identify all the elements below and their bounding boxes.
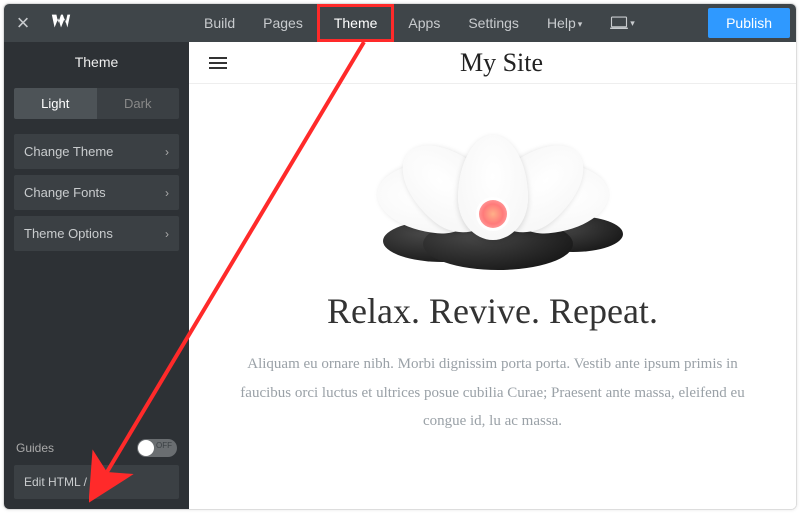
nav-apps[interactable]: Apps (394, 4, 454, 42)
chevron-down-icon: ▾ (630, 18, 635, 29)
hero-section: Relax. Revive. Repeat. Aliquam eu ornare… (189, 84, 796, 436)
guides-label: Guides (16, 441, 54, 455)
publish-button[interactable]: Publish (708, 8, 790, 38)
site-title: My Site (227, 48, 776, 78)
hero-body-text: Aliquam eu ornare nibh. Morbi dignissim … (229, 350, 756, 436)
tab-light[interactable]: Light (14, 88, 97, 119)
weebly-logo-icon[interactable] (42, 11, 80, 36)
nav-pages[interactable]: Pages (249, 4, 317, 42)
close-icon[interactable]: × (4, 10, 42, 36)
theme-options-button[interactable]: Theme Options › (14, 216, 179, 251)
hamburger-icon[interactable] (209, 54, 227, 72)
chevron-right-icon: › (165, 145, 169, 159)
guides-toggle[interactable]: OFF (137, 439, 177, 457)
chevron-right-icon: › (165, 227, 169, 241)
change-fonts-button[interactable]: Change Fonts › (14, 175, 179, 210)
option-label: Change Fonts (24, 185, 106, 200)
option-label: Theme Options (24, 226, 113, 241)
nav-theme[interactable]: Theme (317, 4, 395, 42)
theme-sidebar: Theme Light Dark Change Theme › Change F… (4, 42, 189, 510)
device-preview-icon[interactable]: ▾ (596, 16, 649, 30)
chevron-down-icon: ▾ (578, 19, 583, 29)
sidebar-title: Theme (4, 42, 189, 82)
site-preview: My Site Relax. Revive. Repeat. Aliquam e… (189, 42, 796, 510)
nav-settings[interactable]: Settings (454, 4, 533, 42)
guides-row: Guides OFF (4, 439, 189, 465)
hero-image (229, 110, 756, 270)
nav-help[interactable]: Help▾ (533, 4, 596, 42)
top-nav: Build Pages Theme Apps Settings Help▾ ▾ (190, 4, 649, 42)
app-frame: × Build Pages Theme Apps Settings Help▾ … (3, 3, 797, 510)
tab-dark[interactable]: Dark (97, 88, 180, 119)
theme-mode-tabs: Light Dark (14, 88, 179, 119)
site-header: My Site (189, 42, 796, 84)
edit-html-css-button[interactable]: Edit HTML / CSS (14, 465, 179, 499)
chevron-right-icon: › (165, 186, 169, 200)
option-label: Change Theme (24, 144, 113, 159)
top-bar: × Build Pages Theme Apps Settings Help▾ … (4, 4, 796, 42)
change-theme-button[interactable]: Change Theme › (14, 134, 179, 169)
nav-build[interactable]: Build (190, 4, 249, 42)
hero-headline: Relax. Revive. Repeat. (229, 290, 756, 332)
